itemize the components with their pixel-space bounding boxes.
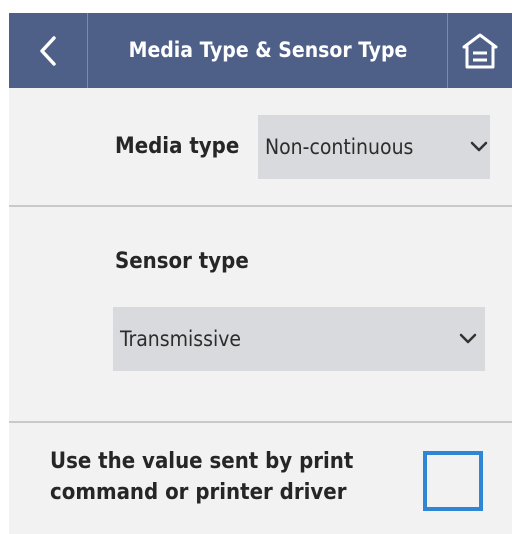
use-printer-value-line1: Use the value sent by print — [50, 449, 354, 474]
home-icon — [462, 33, 498, 68]
use-printer-value-checkbox[interactable] — [423, 451, 483, 511]
use-printer-value-line2: command or printer driver — [50, 480, 347, 505]
chevron-down-icon — [470, 141, 488, 152]
chevron-left-icon — [40, 35, 56, 66]
use-printer-value-label: Use the value sent by print command or p… — [50, 446, 353, 508]
page-title: Media Type & Sensor Type — [128, 38, 408, 62]
header-bar: Media Type & Sensor Type — [9, 13, 512, 88]
sensor-type-select[interactable]: Transmissive — [113, 307, 485, 371]
back-button[interactable] — [9, 13, 88, 88]
settings-screen: Media Type & Sensor Type Media type Non-… — [9, 13, 512, 534]
home-button[interactable] — [447, 13, 512, 88]
media-type-select[interactable]: Non-continuous — [258, 115, 490, 179]
media-type-label: Media type — [115, 134, 240, 159]
divider — [9, 205, 512, 207]
sensor-type-label: Sensor type — [115, 249, 249, 274]
media-type-value: Non-continuous — [265, 135, 414, 159]
divider — [9, 421, 512, 423]
chevron-down-icon — [459, 333, 477, 344]
sensor-type-value: Transmissive — [120, 327, 242, 351]
